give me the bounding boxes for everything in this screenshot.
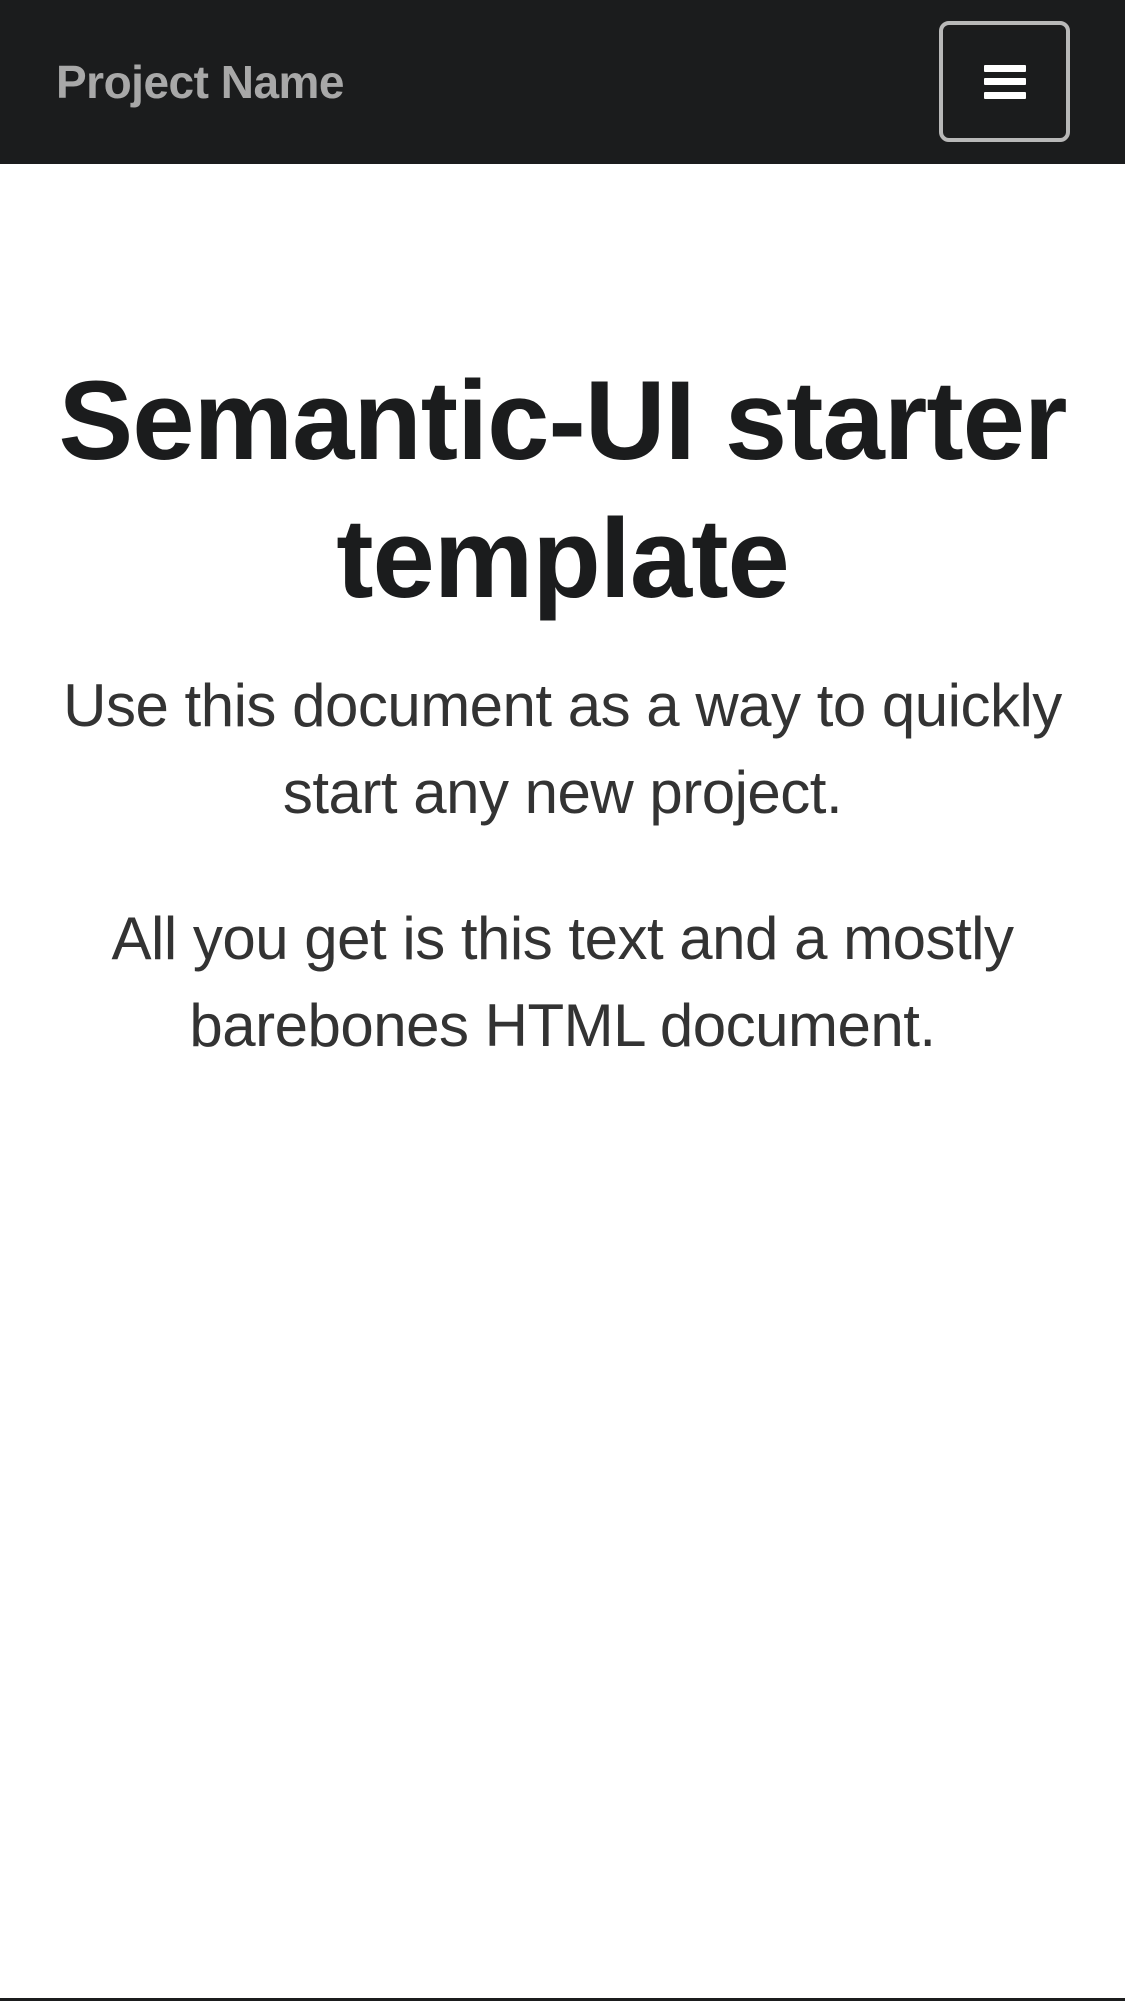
lead-paragraph-2: All you get is this text and a mostly ba… (111, 905, 1014, 1059)
top-navbar: Project Name (0, 0, 1125, 164)
page-title: Semantic-UI starter template (58, 358, 1067, 621)
lead-paragraph-1: Use this document as a way to quickly st… (63, 672, 1062, 826)
brand-link[interactable]: Project Name (56, 50, 345, 114)
menu-toggle-button[interactable] (939, 21, 1070, 142)
hamburger-icon (984, 65, 1026, 99)
